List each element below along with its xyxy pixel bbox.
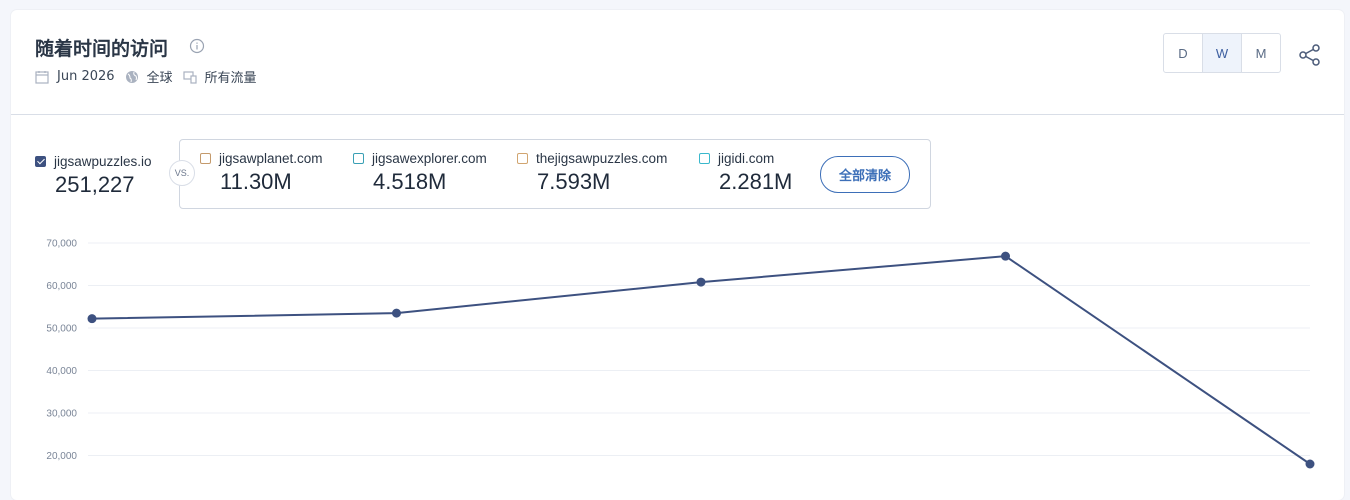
visits-line-chart: 70,000 60,000 50,000 40,000 30,000 20,000 [46, 239, 1315, 469]
data-point[interactable] [87, 314, 97, 324]
series-line [91, 255, 1311, 465]
y-tick-label: 40,000 [46, 366, 77, 377]
y-tick-label: 70,000 [46, 239, 77, 250]
data-point[interactable] [696, 277, 706, 287]
data-point[interactable] [1001, 251, 1010, 261]
y-tick-label: 20,000 [46, 451, 77, 462]
y-tick-label: 50,000 [46, 324, 77, 335]
vs-badge: VS. [169, 160, 195, 186]
y-tick-label: 30,000 [46, 409, 77, 420]
data-point[interactable] [392, 308, 401, 318]
data-point[interactable] [1305, 459, 1315, 469]
y-tick-label: 60,000 [46, 281, 77, 292]
